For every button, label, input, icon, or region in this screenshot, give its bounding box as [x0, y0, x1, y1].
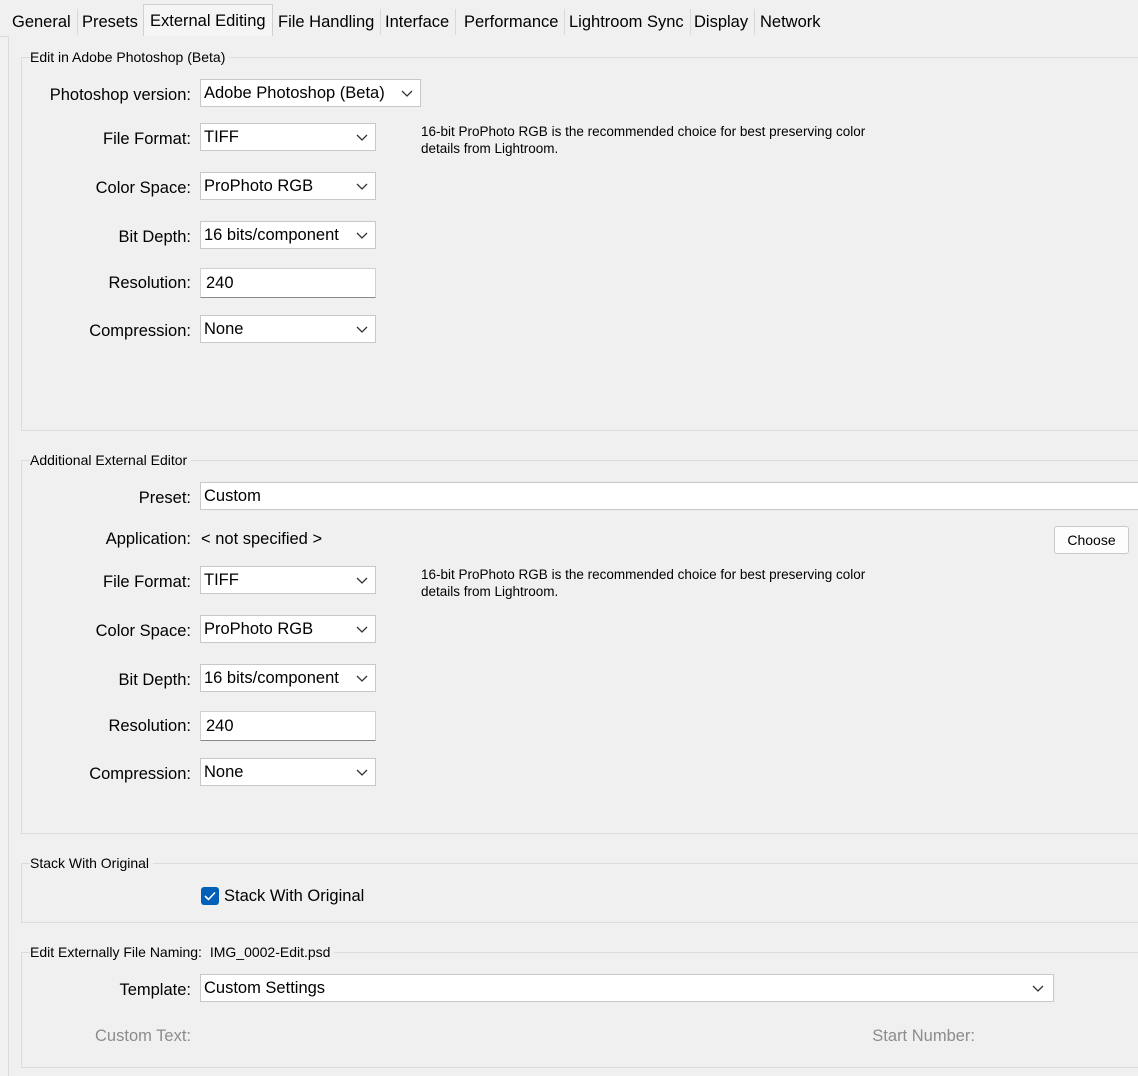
- file-naming-legend-label: Edit Externally File Naming:: [30, 944, 202, 960]
- choose-button[interactable]: Choose: [1054, 526, 1129, 554]
- tab-lightroom-sync[interactable]: Lightroom Sync: [563, 9, 691, 35]
- photoshop-version-label: Photoshop version:: [49, 86, 191, 104]
- recommendation-note: 16-bit ProPhoto RGB is the recommended c…: [421, 124, 866, 156]
- compression-value: None: [204, 320, 244, 338]
- chevron-down-icon: [356, 577, 368, 584]
- additional-color-space-select[interactable]: ProPhoto RGB: [200, 615, 376, 643]
- tab-file-handling[interactable]: File Handling: [272, 9, 382, 35]
- chevron-down-icon: [356, 675, 368, 682]
- bit-depth-label: Bit Depth:: [118, 228, 191, 246]
- stack-group-legend: Stack With Original: [30, 855, 154, 871]
- bit-depth-value: 16 bits/component: [204, 226, 339, 244]
- stack-group: [21, 863, 1138, 923]
- custom-text-label: Custom Text:: [95, 1027, 191, 1045]
- preset-label: Preset:: [138, 489, 191, 507]
- tab-network[interactable]: Network: [754, 9, 827, 35]
- stack-with-original-checkbox[interactable]: [201, 887, 219, 905]
- chevron-down-icon: [401, 90, 413, 97]
- tab-general[interactable]: General: [6, 9, 78, 35]
- additional-editor-legend: Additional External Editor: [30, 452, 192, 468]
- resolution-label: Resolution:: [108, 274, 191, 292]
- file-naming-group: [21, 952, 1138, 1068]
- color-space-label: Color Space:: [95, 179, 191, 197]
- file-format-select[interactable]: TIFF: [200, 123, 376, 151]
- tab-presets[interactable]: Presets: [76, 9, 145, 35]
- application-value: < not specified >: [201, 530, 323, 548]
- additional-color-space-value: ProPhoto RGB: [204, 620, 314, 638]
- preset-value: Custom: [204, 487, 261, 505]
- additional-bit-depth-label: Bit Depth:: [118, 671, 191, 689]
- stack-with-original-label[interactable]: Stack With Original: [224, 887, 364, 906]
- start-number-label: Start Number:: [872, 1027, 975, 1045]
- tab-external-editing[interactable]: External Editing: [143, 4, 273, 37]
- additional-resolution-label: Resolution:: [108, 717, 191, 735]
- application-label: Application:: [105, 530, 191, 548]
- chevron-down-icon: [356, 769, 368, 776]
- template-select[interactable]: Custom Settings: [200, 974, 1054, 1002]
- photoshop-group-legend: Edit in Adobe Photoshop (Beta): [30, 49, 230, 65]
- tab-display[interactable]: Display: [688, 9, 756, 35]
- additional-file-format-value: TIFF: [204, 571, 239, 589]
- template-value: Custom Settings: [204, 979, 326, 997]
- additional-compression-select[interactable]: None: [200, 758, 376, 786]
- file-format-value: TIFF: [204, 128, 239, 146]
- chevron-down-icon: [356, 232, 368, 239]
- preset-select[interactable]: Custom: [200, 482, 1138, 510]
- template-label: Template:: [119, 981, 191, 999]
- photoshop-version-select[interactable]: Adobe Photoshop (Beta): [200, 79, 421, 107]
- bit-depth-select[interactable]: 16 bits/component: [200, 221, 376, 249]
- compression-label: Compression:: [89, 322, 191, 340]
- resolution-input[interactable]: 240: [200, 268, 376, 298]
- additional-recommendation-note: 16-bit ProPhoto RGB is the recommended c…: [421, 567, 866, 599]
- additional-compression-label: Compression:: [89, 765, 191, 783]
- chevron-down-icon: [356, 626, 368, 633]
- file-naming-example: IMG_0002-Edit.psd: [209, 944, 331, 960]
- additional-file-format-select[interactable]: TIFF: [200, 566, 376, 594]
- additional-bit-depth-value: 16 bits/component: [204, 669, 339, 687]
- file-format-label: File Format:: [102, 130, 191, 148]
- chevron-down-icon: [1032, 985, 1044, 992]
- color-space-value: ProPhoto RGB: [204, 177, 314, 195]
- tab-bar: General Presets External Editing File Ha…: [0, 0, 1138, 37]
- file-naming-legend: Edit Externally File Naming: IMG_0002-Ed…: [30, 944, 335, 960]
- additional-resolution-input[interactable]: 240: [200, 711, 376, 741]
- chevron-down-icon: [356, 134, 368, 141]
- checkmark-icon: [204, 891, 216, 901]
- compression-select[interactable]: None: [200, 315, 376, 343]
- photoshop-version-value: Adobe Photoshop (Beta): [204, 84, 385, 102]
- chevron-down-icon: [356, 326, 368, 333]
- tab-performance[interactable]: Performance: [458, 9, 566, 35]
- chevron-down-icon: [356, 183, 368, 190]
- tab-interface[interactable]: Interface: [379, 9, 457, 35]
- color-space-select[interactable]: ProPhoto RGB: [200, 172, 376, 200]
- additional-color-space-label: Color Space:: [95, 622, 191, 640]
- additional-compression-value: None: [204, 763, 244, 781]
- additional-file-format-label: File Format:: [102, 573, 191, 591]
- additional-bit-depth-select[interactable]: 16 bits/component: [200, 664, 376, 692]
